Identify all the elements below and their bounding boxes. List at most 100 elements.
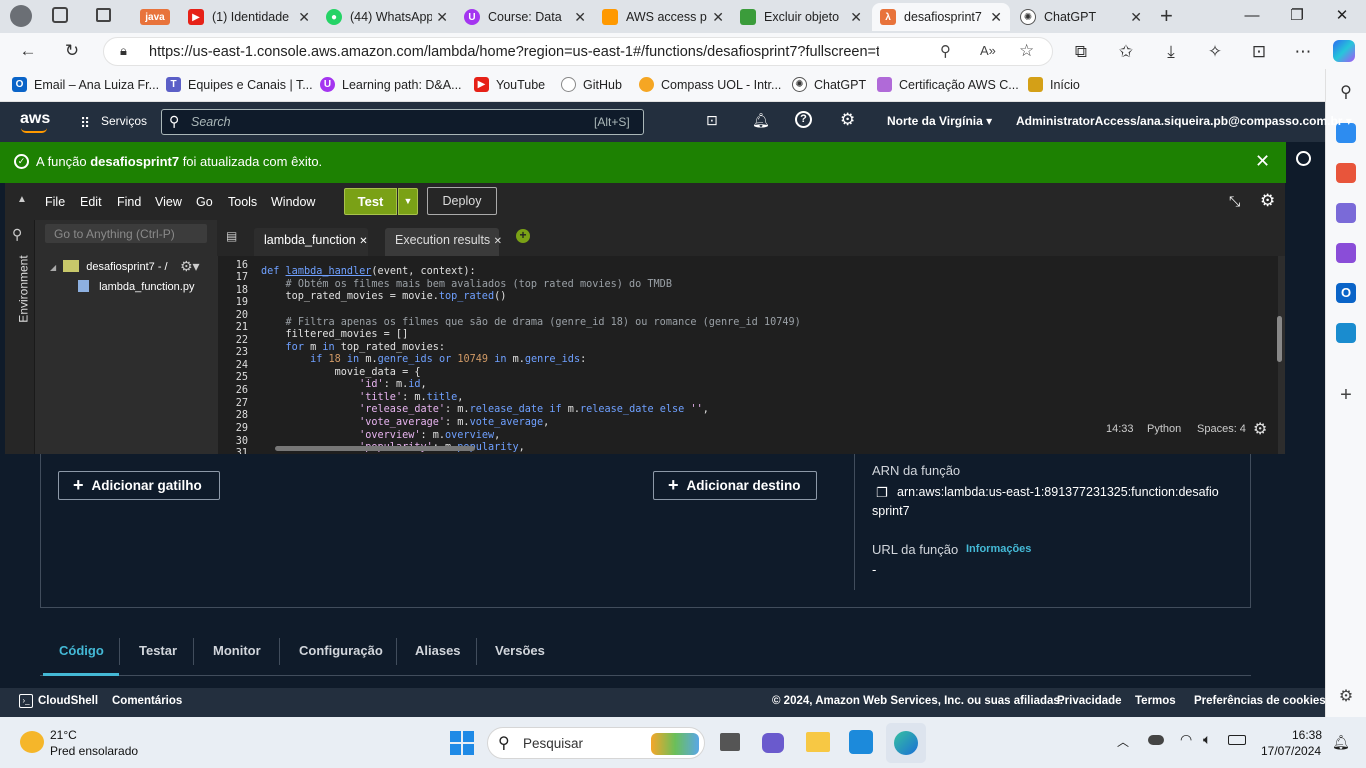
browser-tab-udemy[interactable]: U Course: Data ✕ [456,3,594,31]
vscode-icon[interactable] [849,730,873,754]
cloudshell-link[interactable]: CloudShell [38,695,98,707]
ide-settings-icon[interactable]: ⚙ [1260,191,1275,211]
tray-chevron-icon[interactable]: ︿ [1117,733,1129,750]
cloudshell-icon[interactable]: ›_ [19,694,33,708]
test-dropdown-button[interactable]: ▼ [398,188,418,215]
tab-configuracao[interactable]: Configuração [299,643,383,658]
menu-find[interactable]: Find [117,195,141,209]
terms-link[interactable]: Termos [1135,695,1176,707]
notification-bell-icon[interactable]: 🔔︎ [1332,734,1350,751]
lock-icon[interactable]: 🔒︎ [120,43,127,59]
profile-avatar[interactable] [10,5,32,27]
send-icon[interactable] [1336,323,1356,343]
services-grid-icon[interactable]: ⠿ [80,115,90,132]
minimize-icon[interactable]: — [1232,4,1272,28]
aws-logo[interactable]: aws [20,110,50,128]
edge-taskbar-active[interactable] [886,723,926,763]
tab-testar[interactable]: Testar [139,643,177,658]
downloads-icon[interactable]: ⤓ [1160,42,1182,62]
people-icon[interactable] [1336,203,1356,223]
tab-monitor[interactable]: Monitor [213,643,261,658]
tree-folder-root[interactable]: ◢ desafiosprint7 - / [50,260,168,273]
bookmark-chatgpt[interactable]: ✺ ChatGPT [792,77,866,92]
volume-icon[interactable]: 🔈︎ [1203,731,1211,748]
deploy-button[interactable]: Deploy [427,187,497,215]
browser-tab-whatsapp[interactable]: ● (44) WhatsApp ✕ [318,3,456,31]
bookmark-certificacao[interactable]: Certificação AWS C... [877,77,1019,92]
clock-date[interactable]: 17/07/2024 [1261,744,1321,758]
browser-tab-s3[interactable]: Excluir objeto ✕ [732,3,870,31]
panel-settings-icon[interactable] [1296,151,1311,166]
vertical-scrollbar[interactable] [1277,316,1282,362]
close-tab-icon[interactable]: ✕ [990,9,1002,26]
close-tab-icon[interactable]: ✕ [1130,9,1142,26]
tab-execution-results[interactable]: Execution results ✕ [385,228,502,256]
tab-versoes[interactable]: Versões [495,643,545,658]
add-trigger-button[interactable]: + Adicionar gatilho [58,471,220,500]
language-mode[interactable]: Python [1147,423,1181,435]
menu-edit[interactable]: Edit [80,195,102,209]
restore-icon[interactable]: ❐ [1277,4,1317,28]
copilot-icon[interactable] [1333,40,1355,62]
close-tab-icon[interactable]: ✕ [712,9,724,26]
taskbar-search[interactable]: ⚲ Pesquisar [487,727,705,759]
favorites-icon[interactable]: ✩ [1115,42,1137,62]
menu-file[interactable]: File [45,195,65,209]
favorite-star-icon[interactable]: ☆ [1019,41,1034,61]
menu-go[interactable]: Go [196,195,213,209]
bookmark-youtube[interactable]: ▶ YouTube [474,77,545,92]
close-tab-icon[interactable]: ✕ [850,9,862,26]
weather-desc[interactable]: Pred ensolarado [50,744,138,758]
close-tab-icon[interactable]: ✕ [436,9,448,26]
tab-aliases[interactable]: Aliases [415,643,461,658]
tab-codigo[interactable]: Código [59,643,104,658]
back-icon[interactable]: ← [17,41,39,61]
file-explorer-icon[interactable] [806,732,830,752]
fullscreen-exit-icon[interactable]: ⤡ [1229,193,1240,210]
browser-tab-youtube[interactable]: ▶ (1) Identidade ✕ [180,3,318,31]
url-text[interactable]: https://us-east-1.console.aws.amazon.com… [149,44,879,60]
horizontal-scrollbar[interactable] [275,446,475,451]
clock-time[interactable]: 16:38 [1292,728,1322,742]
add-tab-icon[interactable]: + [516,229,530,243]
wifi-icon[interactable]: ◠ [1180,731,1192,748]
collapse-icon[interactable]: ▲ [17,194,27,205]
bookmark-learning[interactable]: U Learning path: D&A... [320,77,462,92]
notifications-icon[interactable]: 🔔︎ [752,112,770,129]
refresh-icon[interactable]: ↻ [61,41,83,61]
browser-tab-chatgpt[interactable]: ✺ ChatGPT ✕ [1012,3,1150,31]
add-sidebar-icon[interactable]: + [1336,385,1356,405]
new-tab-icon[interactable]: + [1160,3,1173,29]
goto-anything-input[interactable]: Go to Anything (Ctrl-P) [45,224,207,243]
tab-list-icon[interactable]: ▤ [226,229,237,243]
browser-tab-aws-access[interactable]: AWS access p ✕ [594,3,732,31]
close-tab-icon[interactable]: ✕ [574,9,586,26]
weather-icon[interactable] [20,731,44,753]
browser-tab-java[interactable]: java [132,3,174,31]
extensions-icon[interactable]: ✧ [1204,42,1226,62]
tools-icon[interactable] [1336,163,1356,183]
tab-actions-icon[interactable] [96,8,111,22]
environment-tab[interactable]: Environment [17,255,31,322]
privacy-link[interactable]: Privacidade [1057,695,1122,707]
help-icon[interactable]: ? [795,111,812,128]
search-files-icon[interactable]: ⚲ [12,226,22,243]
comments-link[interactable]: Comentários [112,695,182,707]
bookmark-inicio[interactable]: Início [1028,77,1080,92]
tree-settings-icon[interactable]: ⚙▾ [180,258,200,275]
region-selector[interactable]: Norte da Virgínia ▾ [887,114,992,128]
battery-icon[interactable] [1228,735,1246,745]
indent-setting[interactable]: Spaces: 4 [1197,423,1246,435]
meet-icon[interactable] [762,733,784,753]
test-button[interactable]: Test [344,188,397,215]
sidebar-settings-icon[interactable]: ⚙ [1336,687,1356,707]
cloudshell-nav-icon[interactable]: ⊡ [706,112,718,129]
sidebar-search-icon[interactable]: ⚲ [1336,83,1356,103]
copy-icon[interactable]: ❐ [876,485,888,501]
bookmark-compass[interactable]: Compass UOL - Intr... [639,77,781,92]
add-destination-button[interactable]: + Adicionar destino [653,471,817,500]
bookmark-email[interactable]: O Email – Ana Luiza Fr... [12,77,159,92]
outlook-sidebar-icon[interactable]: O [1336,283,1356,303]
account-menu[interactable]: AdministratorAccess/ana.siqueira.pb@comp… [1016,114,1352,128]
workspaces-icon[interactable] [52,7,68,23]
